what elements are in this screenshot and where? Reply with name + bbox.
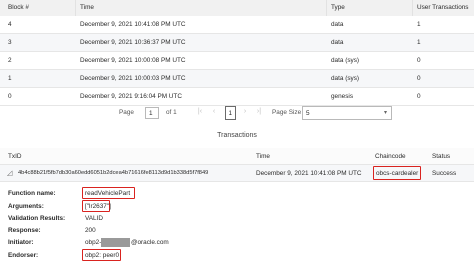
page-size-label: Page Size (272, 109, 302, 116)
response-value: 200 (85, 227, 96, 234)
column-header-status: Status (432, 153, 451, 160)
blocks-table-header: Block # Time Type User Transactions (0, 0, 474, 16)
block-type: data (sys) (331, 75, 360, 82)
block-user-transactions: 0 (417, 75, 421, 82)
block-time: December 9, 2021 10:00:03 PM UTC (80, 75, 186, 82)
block-user-transactions: 0 (417, 57, 421, 64)
page-label: Page (119, 109, 134, 116)
endorser-label: Endorser: (8, 252, 39, 259)
current-page-button[interactable]: 1 (225, 106, 236, 120)
last-page-icon[interactable]: ›| (255, 108, 263, 115)
block-time: December 9, 2021 10:00:08 PM UTC (80, 57, 186, 64)
block-user-transactions: 0 (417, 93, 421, 100)
block-time: December 9, 2021 9:16:04 PM UTC (80, 93, 182, 100)
function-name-label: Function name: (8, 190, 56, 197)
block-number: 0 (8, 93, 12, 100)
block-time: December 9, 2021 10:41:08 PM UTC (80, 21, 186, 28)
function-name-value: readVehiclePart (85, 190, 131, 197)
validation-results-label: Validation Results: (8, 215, 66, 222)
page-size-value: 5 (306, 110, 310, 117)
redacted-username (101, 238, 130, 247)
block-number: 1 (8, 75, 12, 82)
block-row[interactable]: 2 December 9, 2021 10:00:08 PM UTC data … (0, 52, 474, 70)
transactions-title: Transactions (217, 132, 257, 139)
column-header-txid: TxID (8, 153, 22, 160)
response-label: Response: (8, 227, 41, 234)
block-type: data (sys) (331, 57, 360, 64)
next-page-icon[interactable]: › (241, 108, 249, 115)
transaction-chaincode: obcs-cardealer (376, 169, 419, 177)
block-type: data (331, 39, 344, 46)
page-number-input[interactable]: 1 (145, 107, 159, 119)
column-header-block: Block # (8, 4, 29, 11)
block-number: 3 (8, 39, 12, 46)
current-page-value: 1 (228, 110, 233, 117)
block-row[interactable]: 4 December 9, 2021 10:41:08 PM UTC data … (0, 16, 474, 34)
column-header-tx-time: Time (256, 153, 270, 160)
page-of-label: of 1 (166, 109, 177, 116)
collapse-icon[interactable]: ◿ (7, 169, 12, 177)
transaction-status: Success (432, 169, 457, 177)
validation-results-value: VALID (85, 215, 103, 222)
pagination-bar: Page 1 of 1 |‹ ‹ 1 › ›| Page Size 5 ▾ (0, 105, 474, 122)
chevron-down-icon: ▾ (383, 110, 387, 116)
initiator-prefix: obp2- (85, 239, 102, 246)
block-user-transactions: 1 (417, 21, 421, 28)
transaction-row[interactable]: ◿ 4b4c88b21f5fb7db30a60edd6051b2dcea4b71… (0, 165, 474, 182)
arguments-label: Arguments: (8, 203, 44, 210)
transaction-details: Function name: readVehiclePart Arguments… (0, 184, 474, 275)
block-type: genesis (331, 93, 354, 100)
column-header-chaincode: Chaincode (375, 153, 406, 160)
block-row[interactable]: 0 December 9, 2021 9:16:04 PM UTC genesi… (0, 88, 474, 106)
block-type: data (331, 21, 344, 28)
block-number: 2 (8, 57, 12, 64)
transaction-id[interactable]: 4b4c88b21f5fb7db30a60edd6051b2dcea4b7161… (18, 170, 208, 176)
transaction-time: December 9, 2021 10:41:08 PM UTC (256, 169, 362, 177)
page-number-value: 1 (149, 110, 153, 117)
first-page-icon[interactable]: |‹ (196, 108, 204, 115)
initiator-label: Initiator: (8, 239, 34, 246)
column-header-user-transactions: User Transactions (417, 4, 469, 11)
block-row[interactable]: 1 December 9, 2021 10:00:03 PM UTC data … (0, 70, 474, 88)
block-time: December 9, 2021 10:36:37 PM UTC (80, 39, 186, 46)
block-number: 4 (8, 21, 12, 28)
transactions-table-header: TxID Time Chaincode Status (0, 148, 474, 165)
block-user-transactions: 1 (417, 39, 421, 46)
previous-page-icon[interactable]: ‹ (210, 108, 218, 115)
initiator-suffix: @oracle.com (131, 239, 169, 246)
column-header-time: Time (80, 4, 94, 11)
page-size-select[interactable]: 5 ▾ (302, 106, 392, 120)
block-row[interactable]: 3 December 9, 2021 10:36:37 PM UTC data … (0, 34, 474, 52)
arguments-value: ["lr2637"] (85, 203, 111, 210)
column-header-type: Type (331, 4, 345, 11)
endorser-value: obp2: peer0 (85, 252, 120, 259)
